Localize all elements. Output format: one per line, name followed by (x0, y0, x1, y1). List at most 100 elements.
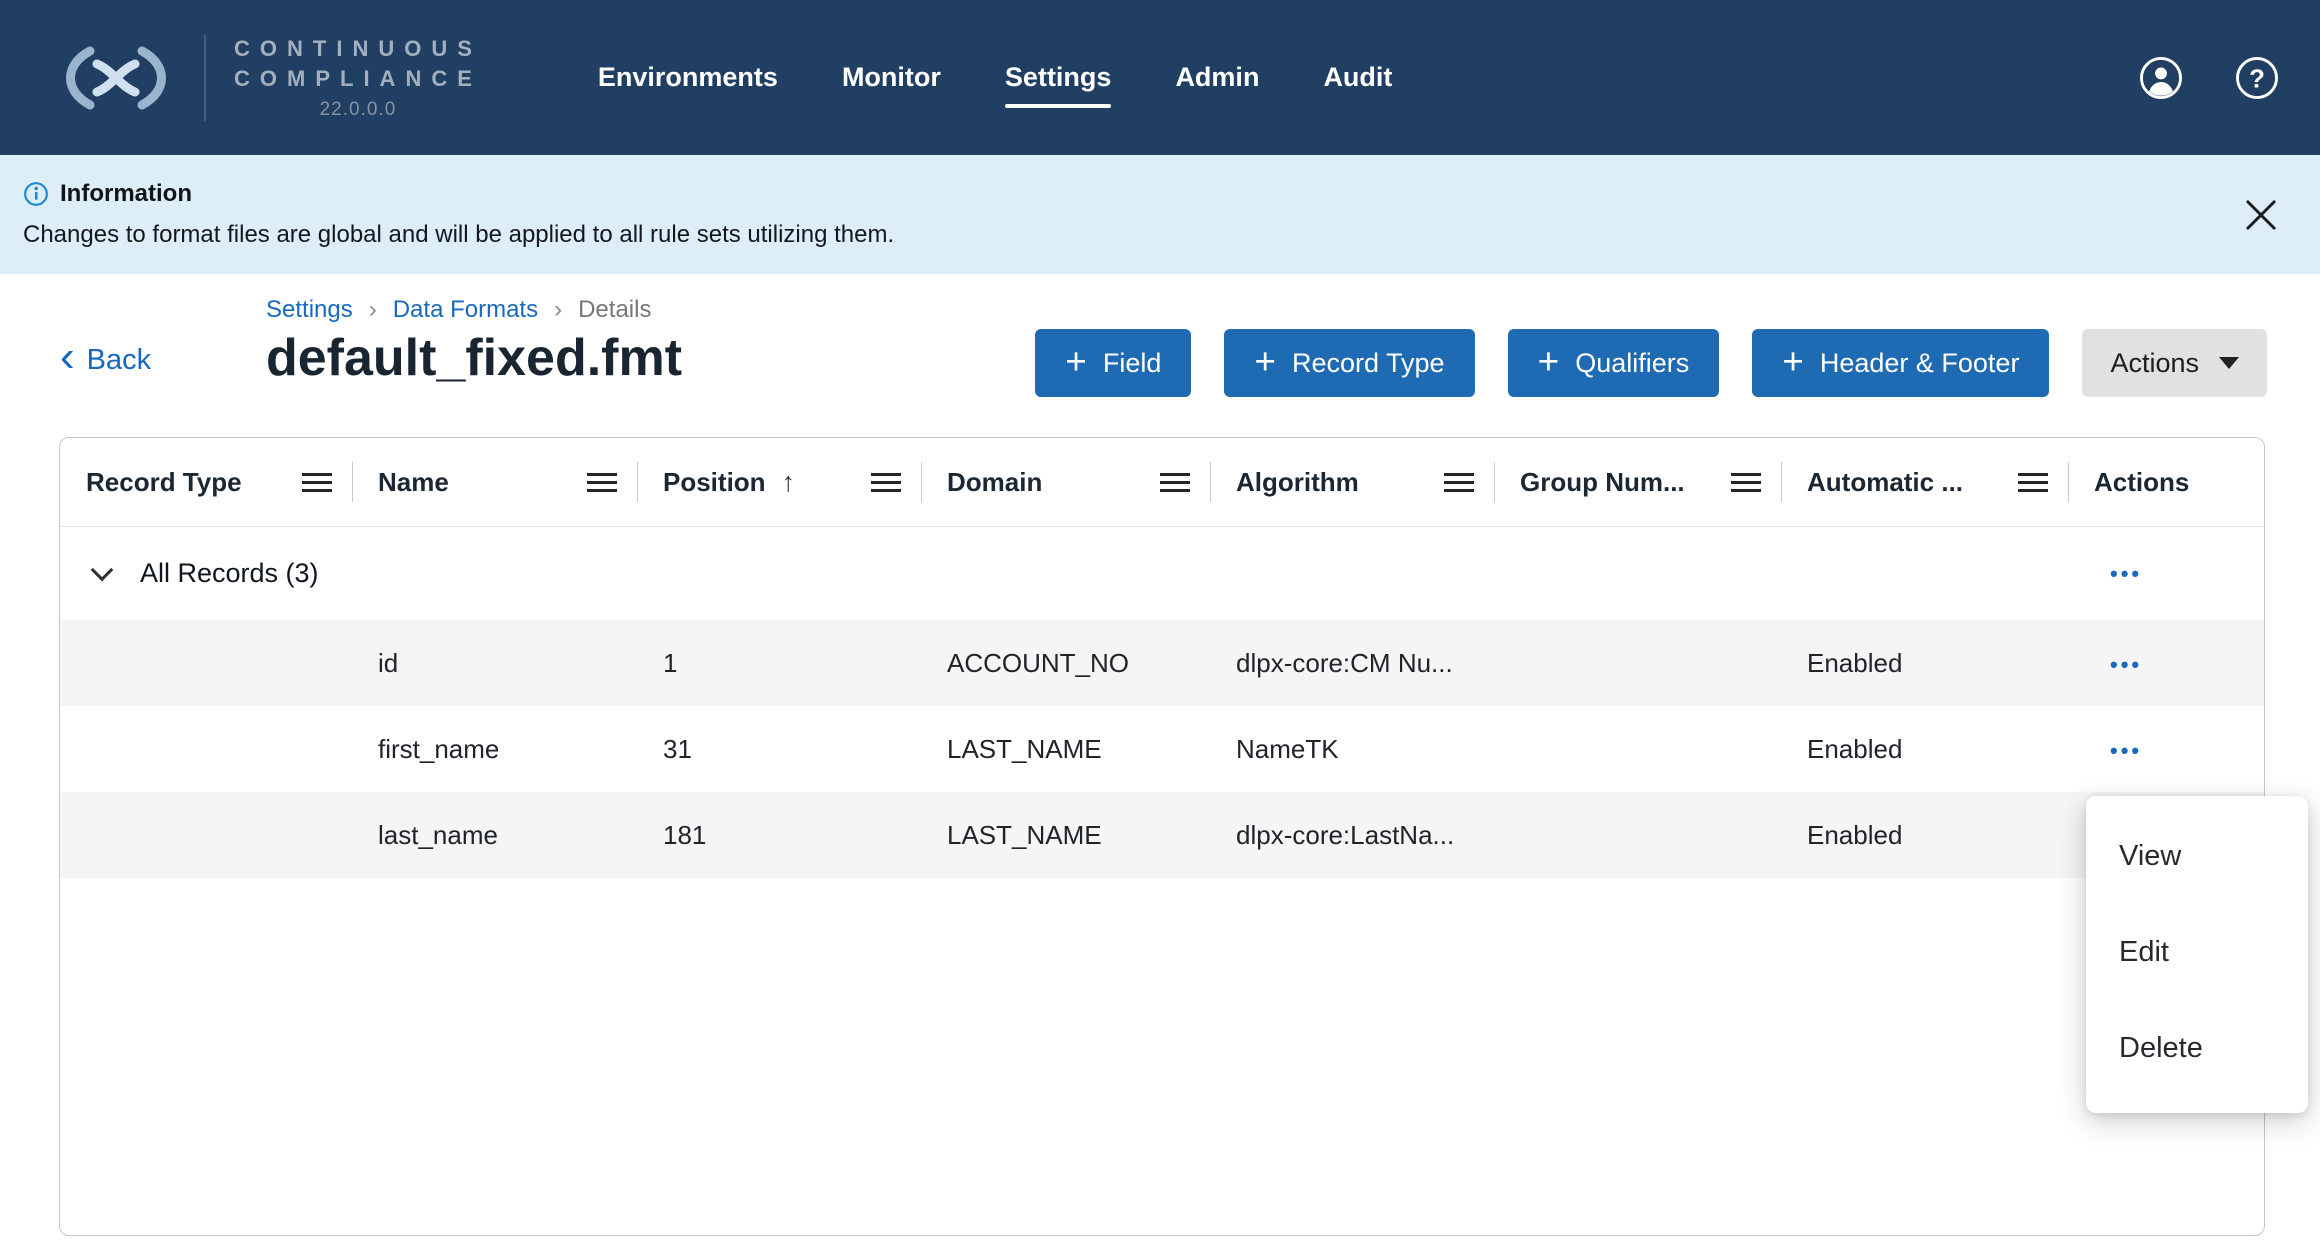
cell-name: id (378, 647, 399, 678)
format-fields-table: Record Type Name Position ↑ Domain Algor… (59, 437, 2265, 1236)
column-menu-icon[interactable] (587, 472, 617, 492)
group-row-label: All Records (3) (140, 558, 319, 588)
cell-actions: ••• (2068, 648, 2264, 679)
column-label: Actions (2094, 466, 2190, 497)
button-label: Qualifiers (1575, 347, 1690, 378)
column-label: Group Num... (1520, 466, 1685, 497)
cell-position: 1 (663, 647, 678, 678)
column-header-group-number[interactable]: Group Num... (1494, 438, 1781, 526)
top-navbar: CONTINUOUS COMPLIANCE 22.0.0.0 Environme… (0, 0, 2320, 155)
add-qualifiers-button[interactable]: + Qualifiers (1507, 329, 1720, 397)
button-label: Header & Footer (1819, 347, 2020, 378)
breadcrumb-settings[interactable]: Settings (266, 296, 353, 324)
chevron-down-icon[interactable] (90, 558, 114, 582)
column-label: Algorithm (1236, 466, 1359, 497)
column-menu-icon[interactable] (302, 472, 332, 492)
breadcrumb-separator-icon: › (368, 296, 377, 323)
breadcrumb-data-formats[interactable]: Data Formats (393, 296, 538, 324)
add-header-footer-button[interactable]: + Header & Footer (1752, 329, 2050, 397)
cell-automatic: Enabled (1807, 647, 1903, 678)
nav-item-environments[interactable]: Environments (598, 62, 778, 93)
information-banner: Information Changes to format files are … (0, 155, 2320, 274)
page-header-buttons: + Field + Record Type + Qualifiers + Hea… (1035, 329, 2267, 397)
main-nav: Environments Monitor Settings Admin Audi… (598, 62, 1392, 108)
help-icon[interactable]: ? (2234, 55, 2280, 101)
cell-position: 31 (663, 733, 692, 764)
column-menu-icon[interactable] (1160, 472, 1190, 492)
row-actions-icon[interactable]: ••• (2110, 738, 2142, 763)
column-header-name[interactable]: Name (352, 438, 637, 526)
cell-domain: ACCOUNT_NO (947, 647, 1130, 678)
breadcrumb: Settings › Data Formats › Details (266, 296, 651, 324)
menu-item-edit[interactable]: Edit (2086, 904, 2308, 1000)
cell-algorithm: dlpx-core:LastNa... (1236, 819, 1455, 850)
cell-domain: LAST_NAME (947, 819, 1102, 850)
row-actions-icon[interactable]: ••• (2110, 561, 2142, 587)
back-button[interactable]: ‹ Back (60, 332, 152, 382)
button-label: Actions (2110, 347, 2199, 378)
banner-title: Information (60, 180, 192, 207)
back-label: Back (86, 344, 152, 376)
navbar-right: ? (2138, 55, 2280, 101)
column-label: Name (378, 466, 449, 497)
chevron-left-icon: ‹ (60, 332, 75, 382)
app-version: 22.0.0.0 (319, 98, 397, 120)
column-menu-icon[interactable] (871, 472, 901, 492)
menu-item-view[interactable]: View (2086, 808, 2308, 904)
column-header-record-type[interactable]: Record Type (60, 438, 352, 526)
column-label: Domain (947, 466, 1043, 497)
user-avatar-icon[interactable] (2138, 55, 2184, 101)
cell-algorithm: dlpx-core:CM Nu... (1236, 647, 1453, 678)
breadcrumb-current: Details (578, 296, 652, 323)
table-header-row: Record Type Name Position ↑ Domain Algor… (60, 438, 2264, 527)
cell-automatic: Enabled (1807, 819, 1903, 850)
column-menu-icon[interactable] (1731, 472, 1761, 492)
group-row-all-records[interactable]: All Records (3) ••• (60, 527, 2264, 620)
cell-name: first_name (378, 733, 500, 764)
close-icon[interactable] (2240, 194, 2282, 236)
nav-item-monitor[interactable]: Monitor (842, 62, 941, 93)
plus-icon: + (1254, 340, 1276, 382)
banner-title-row: Information (0, 155, 2320, 208)
add-field-button[interactable]: + Field (1035, 329, 1192, 397)
plus-icon: + (1065, 340, 1087, 382)
column-menu-icon[interactable] (1444, 472, 1474, 492)
add-record-type-button[interactable]: + Record Type (1224, 329, 1475, 397)
column-label: Record Type (86, 466, 242, 497)
caret-down-icon (2219, 357, 2239, 369)
sort-ascending-icon[interactable]: ↑ (782, 467, 796, 498)
table-row-id: id 1 ACCOUNT_NO dlpx-core:CM Nu... Enabl… (60, 620, 2264, 706)
brand-line-1: CONTINUOUS (234, 36, 482, 62)
column-label-wrap: Position ↑ (663, 467, 795, 498)
row-actions-icon[interactable]: ••• (2110, 652, 2142, 677)
nav-item-settings[interactable]: Settings (1004, 62, 1111, 108)
column-header-algorithm[interactable]: Algorithm (1210, 438, 1494, 526)
column-label: Position (663, 466, 766, 497)
brand-logo: CONTINUOUS COMPLIANCE 22.0.0.0 (56, 34, 482, 121)
cell-position: 181 (663, 819, 707, 850)
table-row-last-name: last_name 181 LAST_NAME dlpx-core:LastNa… (60, 792, 2264, 878)
menu-item-delete[interactable]: Delete (2086, 1000, 2308, 1096)
page-title: default_fixed.fmt (266, 329, 683, 387)
button-label: Field (1102, 347, 1162, 378)
row-actions-menu: View Edit Delete (2086, 796, 2308, 1113)
delphix-logo-icon (66, 46, 166, 109)
nav-item-admin[interactable]: Admin (1175, 62, 1259, 93)
nav-item-audit[interactable]: Audit (1323, 62, 1392, 93)
cell-automatic: Enabled (1807, 733, 1903, 764)
logo-divider (204, 34, 206, 121)
button-label: Record Type (1291, 347, 1445, 378)
plus-icon: + (1782, 340, 1804, 382)
actions-dropdown-button[interactable]: Actions (2082, 329, 2267, 397)
cell-actions: ••• (2068, 734, 2264, 765)
banner-message: Changes to format files are global and w… (23, 221, 895, 248)
brand-line-2: COMPLIANCE (234, 66, 482, 91)
column-label: Automatic ... (1807, 466, 1964, 497)
column-header-domain[interactable]: Domain (921, 438, 1210, 526)
breadcrumb-separator-icon: › (554, 296, 563, 323)
table-row-first-name: first_name 31 LAST_NAME NameTK Enabled •… (60, 706, 2264, 792)
svg-text:?: ? (2249, 65, 2265, 93)
column-menu-icon[interactable] (2018, 472, 2048, 492)
column-header-automatic[interactable]: Automatic ... (1781, 438, 2068, 526)
column-header-position[interactable]: Position ↑ (637, 438, 921, 526)
